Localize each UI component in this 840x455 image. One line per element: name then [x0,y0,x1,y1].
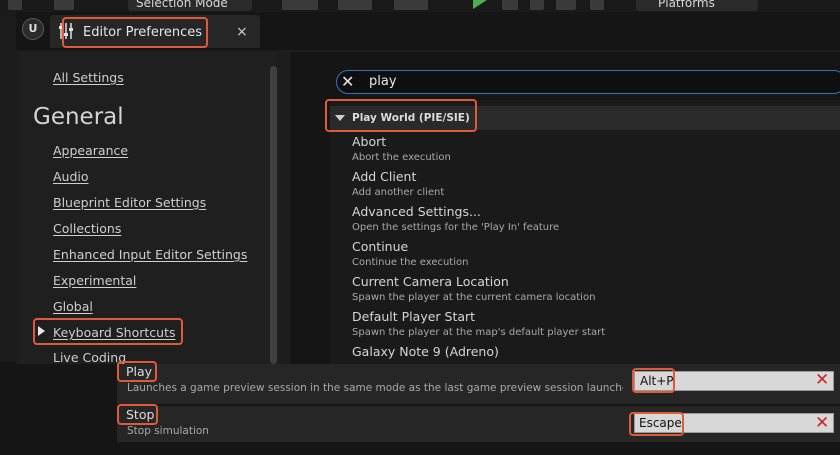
viewport-edge [0,12,16,362]
clear-search-icon[interactable]: ✕ [341,72,354,91]
cinematics-icon[interactable] [394,0,428,10]
command-title[interactable]: Advanced Settings... [352,204,481,219]
save-icon[interactable] [8,0,22,10]
category-label: Play World (PIE/SIE) [352,112,470,124]
close-icon[interactable]: × [236,24,248,40]
command-title[interactable]: Add Client [352,169,416,184]
command-desc: Spawn the player at the current camera l… [352,292,596,303]
command-desc: Continue the execution [352,257,469,268]
unreal-logo-icon: U [22,18,44,40]
command-title[interactable]: Default Player Start [352,309,475,324]
shortcut-title: Play [126,364,153,379]
shortcut-title: Stop [126,407,155,422]
sidebar-item-global[interactable]: Global [53,299,93,314]
command-desc: Abort the execution [352,152,451,163]
content-icon[interactable] [54,0,74,10]
search-input[interactable]: play [369,74,397,89]
platforms-button[interactable]: Platforms [636,0,758,11]
sidebar-item-blueprint-editor-settings[interactable]: Blueprint Editor Settings [53,195,206,210]
command-desc: Add another client [352,187,445,198]
tab-title: Editor Preferences [83,25,203,40]
step-icon[interactable] [502,0,518,10]
blueprint-icon[interactable] [338,0,372,10]
eject-icon[interactable] [556,0,576,10]
all-settings-link[interactable]: All Settings [53,70,124,85]
command-desc: Spawn the player at the map's default pl… [352,327,606,338]
sidebar-item-appearance[interactable]: Appearance [53,143,128,158]
play-icon[interactable] [473,0,487,9]
clear-binding-icon[interactable]: ✕ [815,413,829,433]
command-desc: Open the settings for the 'Play In' feat… [352,222,560,233]
key-binding-value: Alt+P [640,374,674,388]
add-icon[interactable] [282,0,318,10]
selected-arrow-icon [38,326,45,336]
clear-binding-icon[interactable]: ✕ [815,370,829,390]
shortcut-desc: Stop simulation [127,425,209,437]
collapse-arrow-icon[interactable] [335,115,345,121]
sidebar-scrollbar-thumb[interactable] [270,66,277,364]
platforms-label: Platforms [658,0,715,10]
selection-mode-label: Selection Mode [136,0,228,10]
section-title: General [33,104,124,130]
command-title[interactable]: Continue [352,239,408,254]
sidebar-item-keyboard-shortcuts[interactable]: Keyboard Shortcuts [53,325,176,340]
sliders-icon [59,23,73,39]
key-binding-value: Escape [639,416,682,430]
command-title[interactable]: Current Camera Location [352,274,509,289]
sidebar-item-live-coding[interactable]: Live Coding [53,350,126,365]
command-title[interactable]: Abort [352,134,386,149]
sidebar-item-audio[interactable]: Audio [53,169,89,184]
sidebar-item-experimental[interactable]: Experimental [53,273,136,288]
more-icon[interactable] [590,0,604,10]
stop-icon[interactable] [530,0,544,10]
search-box[interactable] [336,70,840,94]
shortcut-desc: Launches a game preview session in the s… [127,382,623,394]
command-title[interactable]: Galaxy Note 9 (Adreno) [352,344,499,359]
sidebar-item-enhanced-input[interactable]: Enhanced Input Editor Settings [53,247,247,262]
sidebar-item-collections[interactable]: Collections [53,221,121,236]
bottom-background [0,364,117,455]
selection-mode-button[interactable]: Selection Mode [128,0,252,11]
main-toolbar: Selection Mode Platforms [0,0,840,12]
